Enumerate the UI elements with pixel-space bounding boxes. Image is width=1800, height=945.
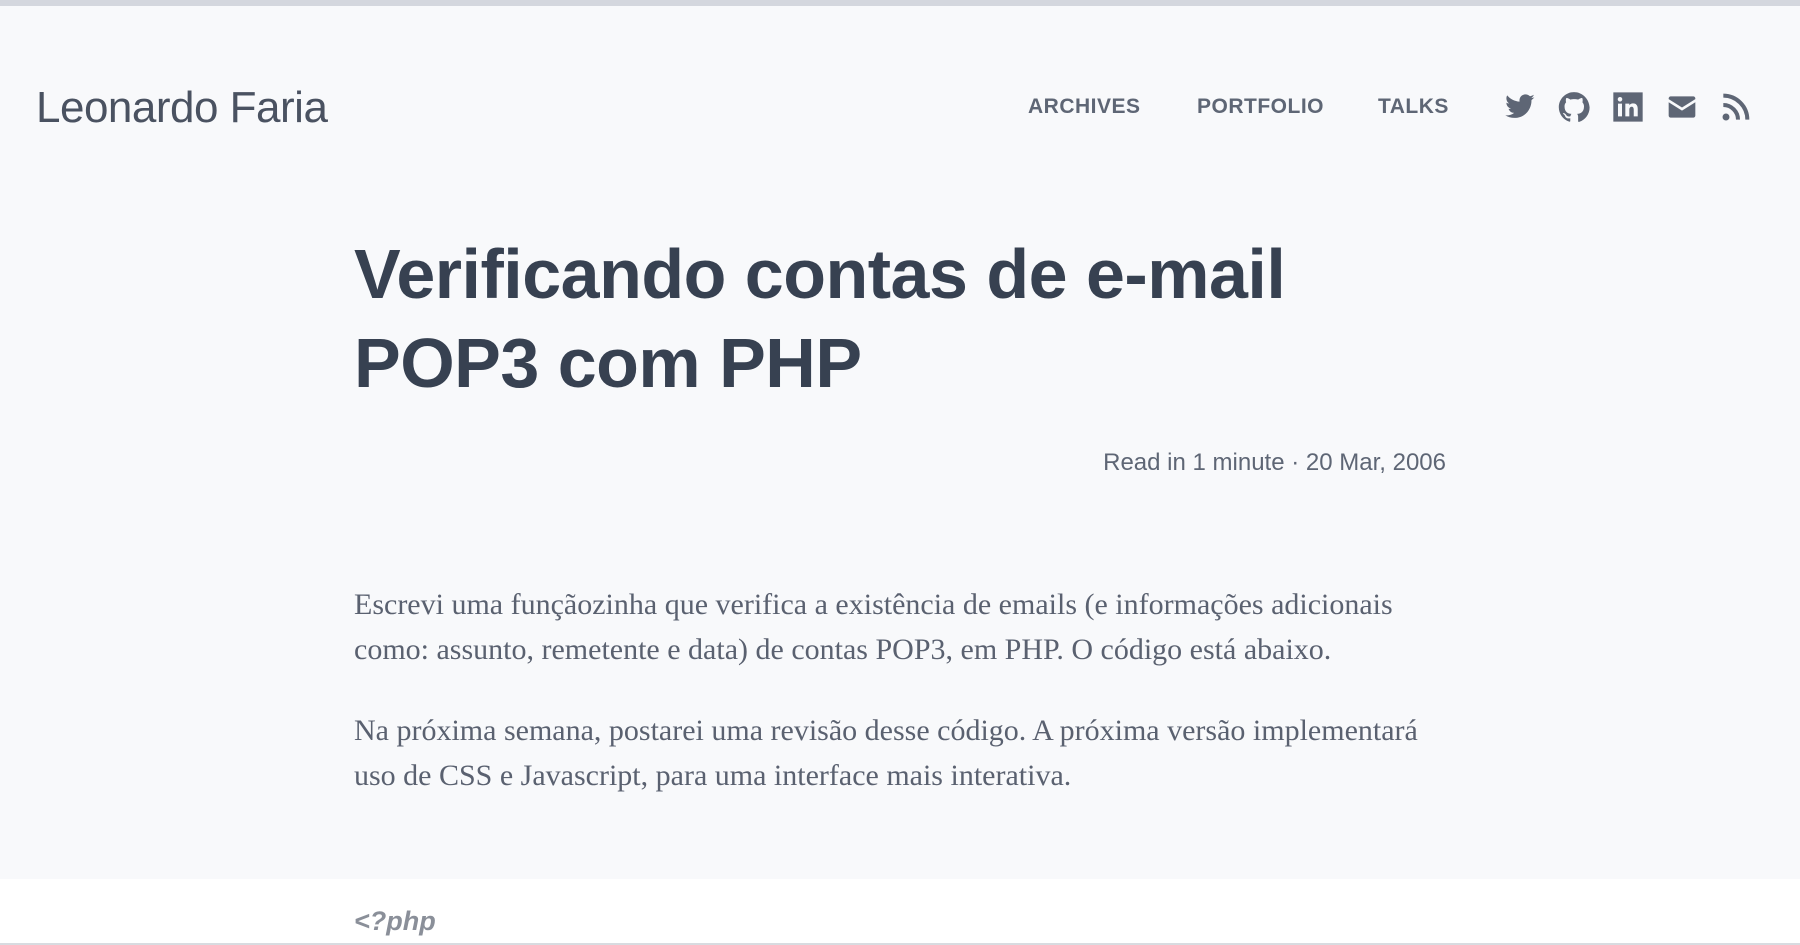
post-paragraph: Na próxima semana, postarei uma revisão … (354, 714, 1418, 792)
post-paragraph: Escrevi uma funçãozinha que verifica a e… (354, 588, 1393, 666)
social-links (0, 91, 1800, 123)
linkedin-icon[interactable] (1612, 91, 1644, 123)
post-meta: Read in 1 minute · 20 Mar, 2006 (1103, 449, 1446, 476)
github-icon[interactable] (1558, 91, 1590, 123)
email-icon[interactable] (1666, 91, 1698, 123)
code-line: <?php (354, 906, 436, 936)
twitter-icon[interactable] (1504, 91, 1536, 123)
post-body: Escrevi uma funçãozinha que verifica a e… (354, 582, 1454, 834)
post-title: Verificando contas de e-mail POP3 com PH… (354, 235, 1286, 402)
top-border (0, 0, 1800, 6)
rss-icon[interactable] (1720, 91, 1752, 123)
code-block: <?php (0, 879, 1800, 945)
